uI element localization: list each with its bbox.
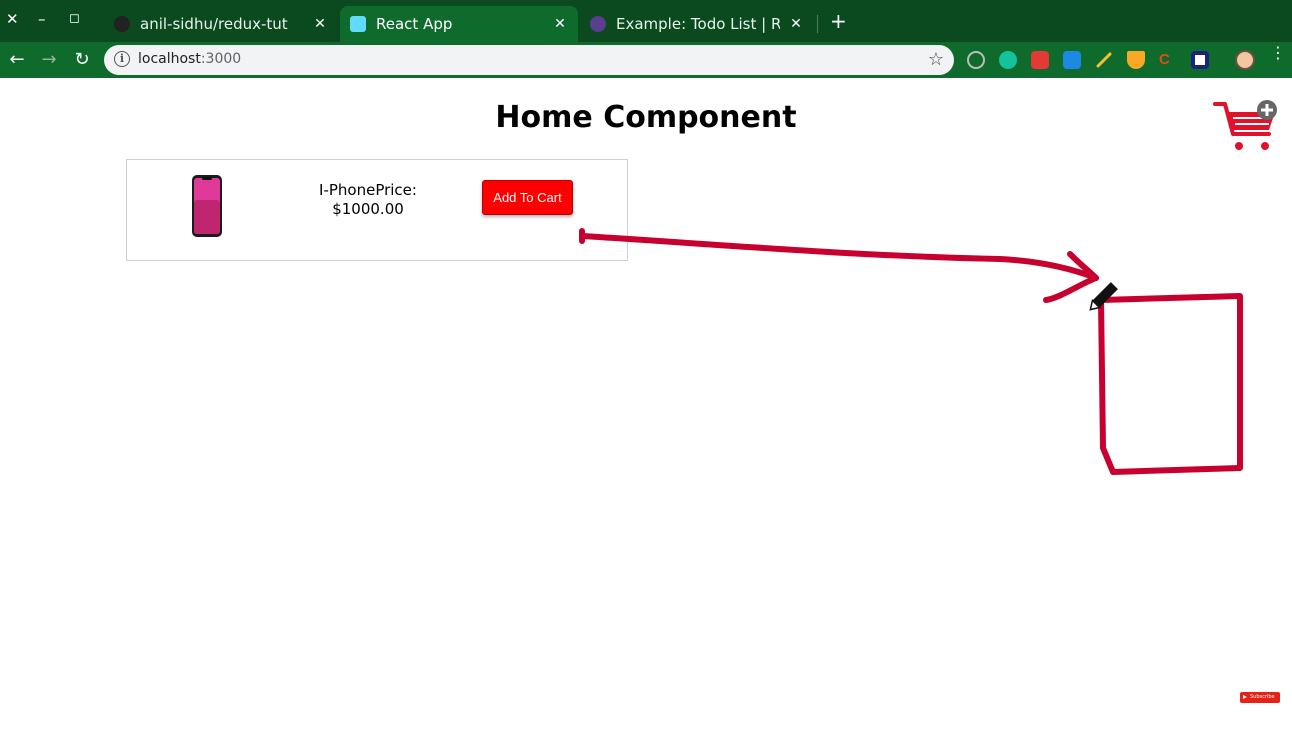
page-viewport: Home Component I-PhonePrice: $1000.00 Ad… [0,78,1292,732]
new-tab-button[interactable]: + [830,11,847,31]
url-host: localhost [138,51,201,67]
extension-square-icon[interactable] [1191,51,1209,69]
play-icon [1243,695,1247,699]
tab-title: Example: Todo List | Redu [616,15,780,33]
shield-extension-icon[interactable] [1127,51,1145,69]
browser-toolbar: ← → ↻ i localhost:3000 ☆ C ⋮ [0,42,1292,78]
pencil-extension-icon[interactable] [1095,51,1113,69]
extension-n-icon[interactable] [1063,51,1081,69]
window-minimize-icon[interactable]: – [38,10,46,28]
reload-button[interactable]: ↻ [70,48,94,72]
github-icon [114,16,130,32]
browser-tabstrip: ✕ – ◻ anil-sidhu/redux-tut ✕ React App ✕… [0,0,1292,42]
tab-close-icon[interactable]: ✕ [788,16,804,32]
tab-react-app[interactable]: React App ✕ [340,6,578,42]
url-port: :3000 [200,51,242,67]
extension-circle-icon[interactable] [967,51,985,69]
tab-close-icon[interactable]: ✕ [312,16,328,32]
tab-separator [817,15,818,33]
annotation-overlay [579,228,1243,475]
url-text[interactable]: localhost:3000 [138,51,241,67]
back-button[interactable]: ← [5,48,29,72]
tab-close-icon[interactable]: ✕ [552,16,568,32]
forward-button[interactable]: → [37,48,61,72]
extension-c-icon[interactable]: C [1159,51,1177,69]
subscribe-badge[interactable]: Subscribe [1240,692,1280,703]
tab-github[interactable]: anil-sidhu/redux-tut ✕ [104,6,338,42]
site-info-icon[interactable]: i [114,51,130,67]
subscribe-badge-label: Subscribe [1250,694,1275,700]
address-bar[interactable]: i localhost:3000 ☆ [104,45,954,75]
profile-avatar-icon[interactable] [1235,50,1255,70]
grammarly-icon[interactable] [999,51,1017,69]
annotation-arrow [579,233,1099,281]
window-close-icon[interactable]: ✕ [6,10,19,28]
extension-red-icon[interactable] [1031,51,1049,69]
tab-title: React App [376,15,453,33]
redux-icon [590,16,606,32]
tab-title: anil-sidhu/redux-tut [140,15,288,33]
tab-redux-example[interactable]: Example: Todo List | Redu ✕ [580,6,814,42]
browser-menu-icon[interactable]: ⋮ [1270,45,1286,61]
window-maximize-icon[interactable]: ◻ [69,11,80,26]
annotation-box [1098,293,1243,475]
bookmark-star-icon[interactable]: ☆ [928,49,944,70]
react-icon [350,16,366,32]
